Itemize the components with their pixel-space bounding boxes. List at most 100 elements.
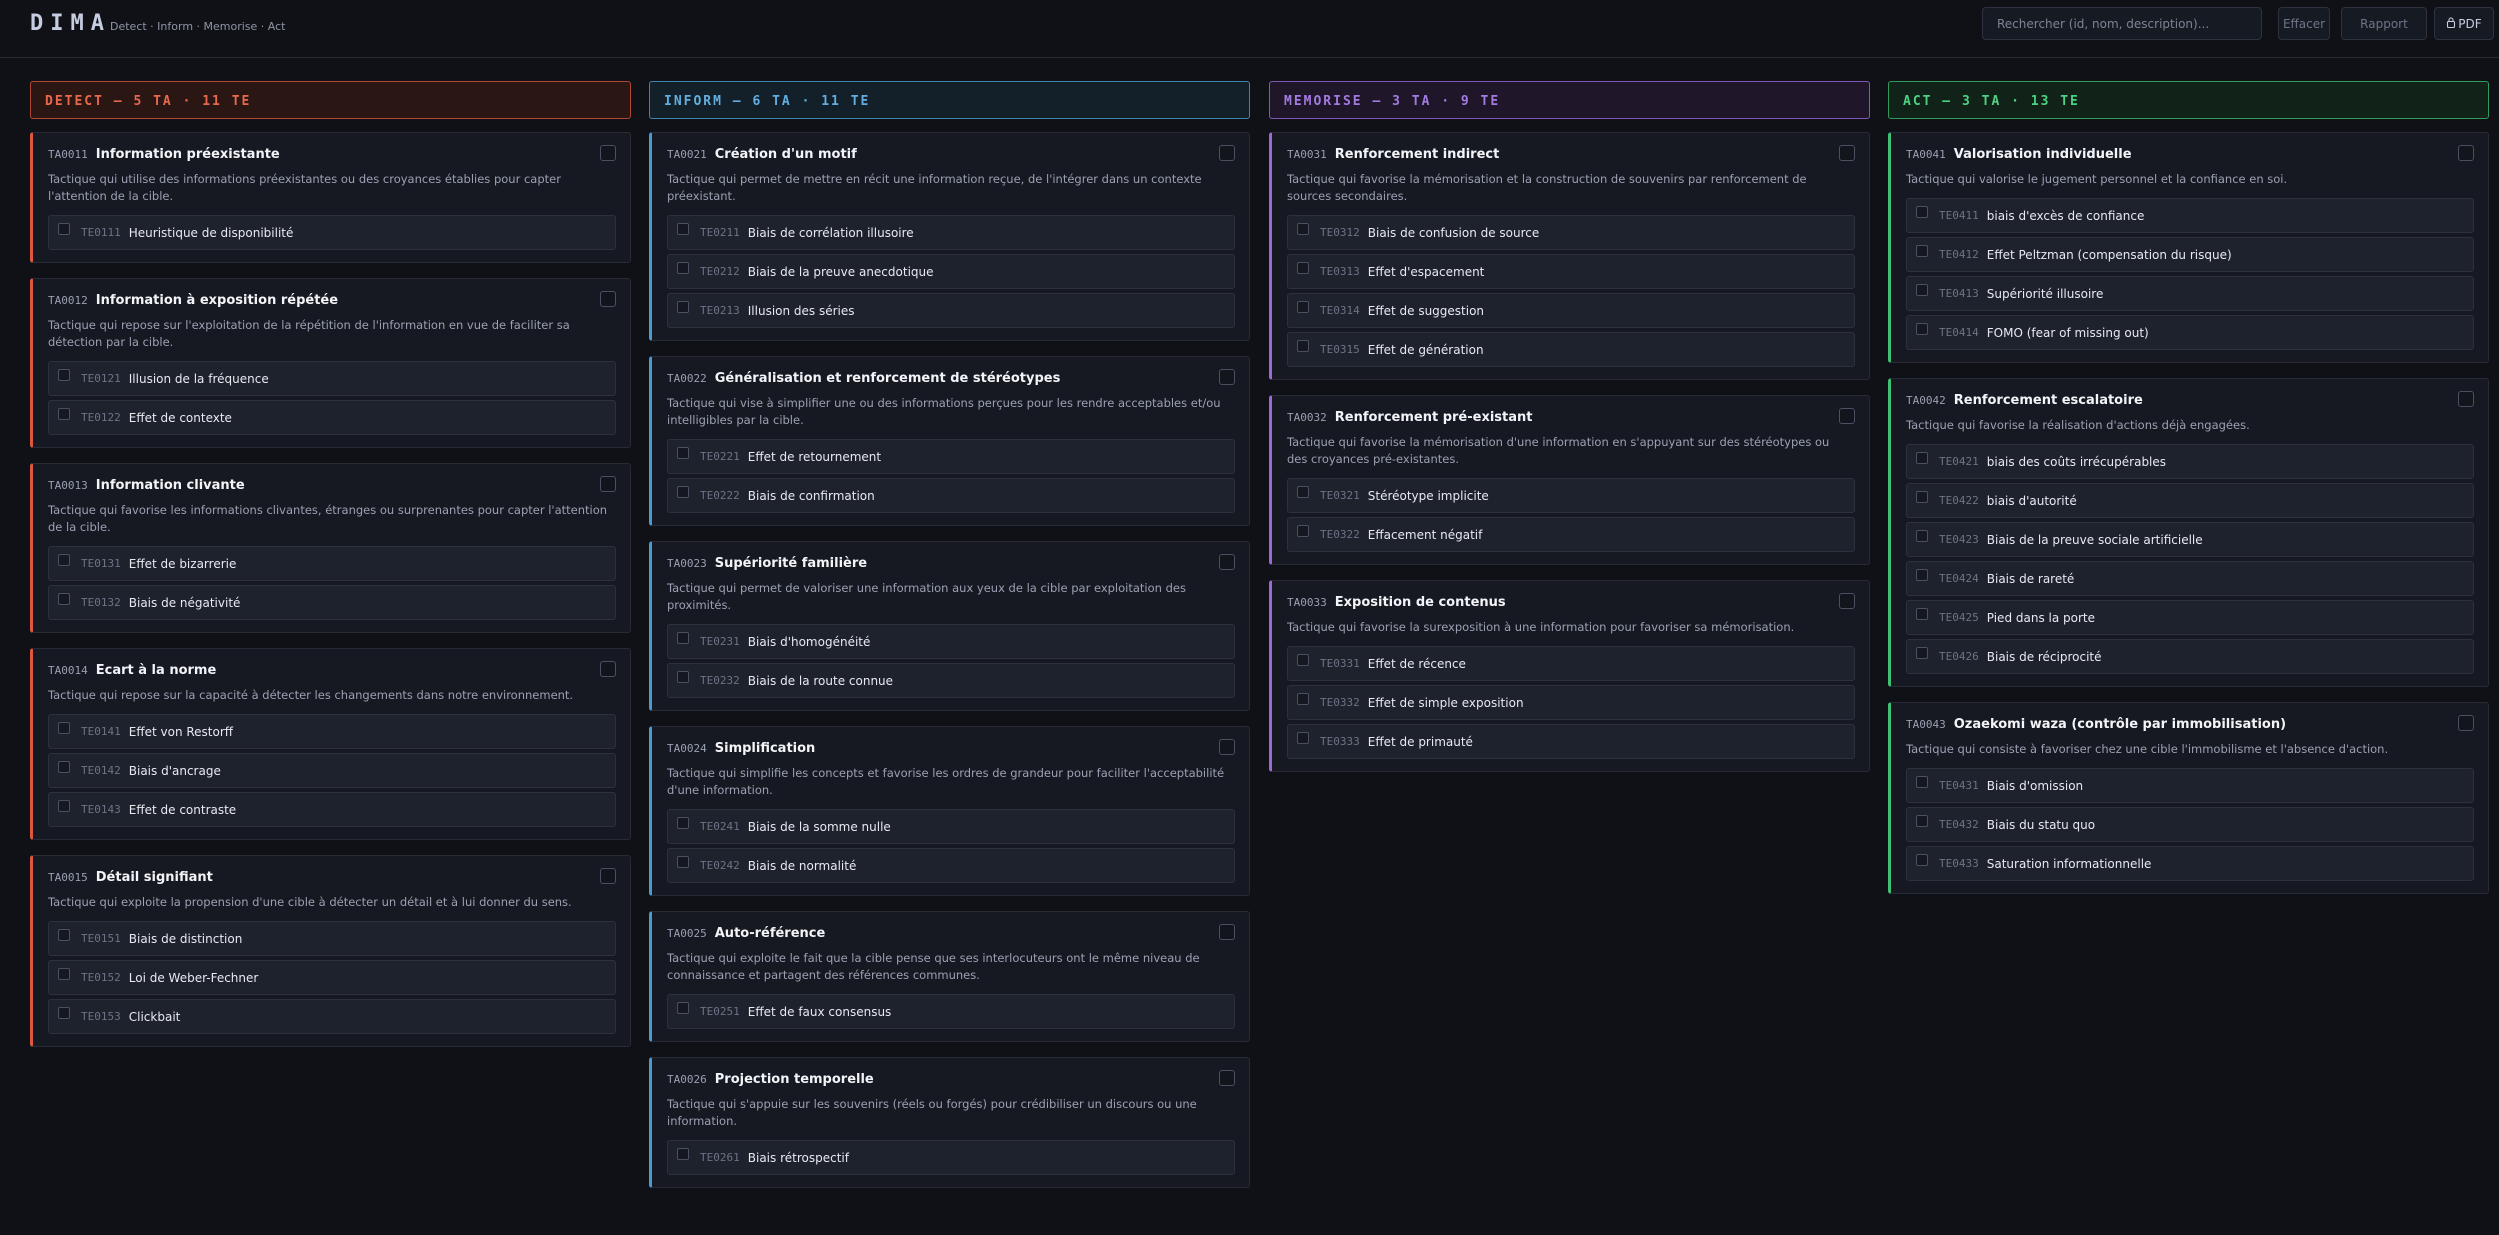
technique-item[interactable]: TE0314 Effet de suggestion — [1287, 293, 1855, 328]
tactic-checkbox[interactable] — [600, 868, 616, 884]
technique-item[interactable]: TE0131 Effet de bizarrerie — [48, 546, 616, 581]
technique-checkbox[interactable] — [1297, 486, 1309, 498]
technique-checkbox[interactable] — [1297, 693, 1309, 705]
technique-item[interactable]: TE0421 biais des coûts irrécupérables — [1906, 444, 2474, 479]
technique-checkbox[interactable] — [1297, 340, 1309, 352]
tactic-checkbox[interactable] — [600, 145, 616, 161]
technique-checkbox[interactable] — [58, 968, 70, 980]
technique-checkbox[interactable] — [677, 301, 689, 313]
technique-item[interactable]: TE0261 Biais rétrospectif — [667, 1140, 1235, 1175]
technique-item[interactable]: TE0121 Illusion de la fréquence — [48, 361, 616, 396]
technique-item[interactable]: TE0222 Biais de confirmation — [667, 478, 1235, 513]
technique-checkbox[interactable] — [58, 761, 70, 773]
tactic-checkbox[interactable] — [1839, 593, 1855, 609]
tactic-checkbox[interactable] — [1219, 145, 1235, 161]
tactic-checkbox[interactable] — [600, 661, 616, 677]
technique-item[interactable]: TE0433 Saturation informationnelle — [1906, 846, 2474, 881]
technique-item[interactable]: TE0142 Biais d'ancrage — [48, 753, 616, 788]
technique-checkbox[interactable] — [1916, 569, 1928, 581]
tactic-checkbox[interactable] — [2458, 145, 2474, 161]
technique-checkbox[interactable] — [58, 1007, 70, 1019]
technique-checkbox[interactable] — [1916, 491, 1928, 503]
tactic-checkbox[interactable] — [1219, 739, 1235, 755]
tactic-checkbox[interactable] — [1219, 369, 1235, 385]
technique-item[interactable]: TE0411 biais d'excès de confiance — [1906, 198, 2474, 233]
technique-item[interactable]: TE0232 Biais de la route connue — [667, 663, 1235, 698]
technique-checkbox[interactable] — [58, 408, 70, 420]
technique-checkbox[interactable] — [677, 632, 689, 644]
technique-checkbox[interactable] — [1916, 530, 1928, 542]
technique-checkbox[interactable] — [1297, 262, 1309, 274]
technique-item[interactable]: TE0212 Biais de la preuve anecdotique — [667, 254, 1235, 289]
technique-checkbox[interactable] — [58, 369, 70, 381]
technique-item[interactable]: TE0322 Effacement négatif — [1287, 517, 1855, 552]
technique-item[interactable]: TE0414 FOMO (fear of missing out) — [1906, 315, 2474, 350]
tactic-checkbox[interactable] — [600, 291, 616, 307]
technique-checkbox[interactable] — [58, 722, 70, 734]
technique-checkbox[interactable] — [677, 486, 689, 498]
tactic-checkbox[interactable] — [1219, 1070, 1235, 1086]
technique-checkbox[interactable] — [677, 817, 689, 829]
technique-checkbox[interactable] — [1916, 245, 1928, 257]
technique-checkbox[interactable] — [58, 593, 70, 605]
technique-item[interactable]: TE0143 Effet de contraste — [48, 792, 616, 827]
technique-checkbox[interactable] — [58, 929, 70, 941]
technique-item[interactable]: TE0315 Effet de génération — [1287, 332, 1855, 367]
technique-item[interactable]: TE0211 Biais de corrélation illusoire — [667, 215, 1235, 250]
technique-item[interactable]: TE0423 Biais de la preuve sociale artific… — [1906, 522, 2474, 557]
technique-item[interactable]: TE0132 Biais de négativité — [48, 585, 616, 620]
technique-checkbox[interactable] — [58, 223, 70, 235]
technique-checkbox[interactable] — [1297, 732, 1309, 744]
technique-item[interactable]: TE0153 Clickbait — [48, 999, 616, 1034]
technique-item[interactable]: TE0313 Effet d'espacement — [1287, 254, 1855, 289]
technique-checkbox[interactable] — [1916, 854, 1928, 866]
technique-checkbox[interactable] — [1916, 815, 1928, 827]
technique-item[interactable]: TE0424 Biais de rareté — [1906, 561, 2474, 596]
technique-checkbox[interactable] — [677, 856, 689, 868]
technique-item[interactable]: TE0412 Effet Peltzman (compensation du ri… — [1906, 237, 2474, 272]
technique-item[interactable]: TE0432 Biais du statu quo — [1906, 807, 2474, 842]
clear-button[interactable]: Effacer — [2278, 7, 2330, 40]
technique-item[interactable]: TE0122 Effet de contexte — [48, 400, 616, 435]
technique-checkbox[interactable] — [1916, 206, 1928, 218]
technique-item[interactable]: TE0426 Biais de réciprocité — [1906, 639, 2474, 674]
technique-checkbox[interactable] — [677, 1002, 689, 1014]
technique-item[interactable]: TE0431 Biais d'omission — [1906, 768, 2474, 803]
tactic-checkbox[interactable] — [1839, 145, 1855, 161]
pdf-button[interactable]: PDF — [2434, 7, 2494, 40]
technique-checkbox[interactable] — [677, 671, 689, 683]
tactic-checkbox[interactable] — [1219, 554, 1235, 570]
technique-checkbox[interactable] — [1297, 301, 1309, 313]
technique-item[interactable]: TE0221 Effet de retournement — [667, 439, 1235, 474]
technique-item[interactable]: TE0241 Biais de la somme nulle — [667, 809, 1235, 844]
technique-checkbox[interactable] — [58, 554, 70, 566]
technique-item[interactable]: TE0422 biais d'autorité — [1906, 483, 2474, 518]
technique-checkbox[interactable] — [58, 800, 70, 812]
technique-checkbox[interactable] — [1916, 647, 1928, 659]
technique-item[interactable]: TE0425 Pied dans la porte — [1906, 600, 2474, 635]
technique-checkbox[interactable] — [1297, 223, 1309, 235]
technique-item[interactable]: TE0413 Supériorité illusoire — [1906, 276, 2474, 311]
technique-item[interactable]: TE0251 Effet de faux consensus — [667, 994, 1235, 1029]
technique-checkbox[interactable] — [1297, 654, 1309, 666]
tactic-checkbox[interactable] — [2458, 391, 2474, 407]
tactic-checkbox[interactable] — [600, 476, 616, 492]
tactic-checkbox[interactable] — [1219, 924, 1235, 940]
tactic-checkbox[interactable] — [1839, 408, 1855, 424]
technique-checkbox[interactable] — [677, 447, 689, 459]
technique-item[interactable]: TE0141 Effet von Restorff — [48, 714, 616, 749]
technique-checkbox[interactable] — [677, 262, 689, 274]
technique-checkbox[interactable] — [677, 223, 689, 235]
technique-item[interactable]: TE0333 Effet de primauté — [1287, 724, 1855, 759]
report-button[interactable]: Rapport — [2341, 7, 2427, 40]
technique-item[interactable]: TE0152 Loi de Weber-Fechner — [48, 960, 616, 995]
technique-item[interactable]: TE0312 Biais de confusion de source — [1287, 215, 1855, 250]
technique-checkbox[interactable] — [1297, 525, 1309, 537]
technique-checkbox[interactable] — [1916, 323, 1928, 335]
technique-item[interactable]: TE0231 Biais d'homogénéité — [667, 624, 1235, 659]
technique-item[interactable]: TE0321 Stéréotype implicite — [1287, 478, 1855, 513]
technique-item[interactable]: TE0213 Illusion des séries — [667, 293, 1235, 328]
technique-item[interactable]: TE0332 Effet de simple exposition — [1287, 685, 1855, 720]
technique-checkbox[interactable] — [677, 1148, 689, 1160]
tactic-checkbox[interactable] — [2458, 715, 2474, 731]
